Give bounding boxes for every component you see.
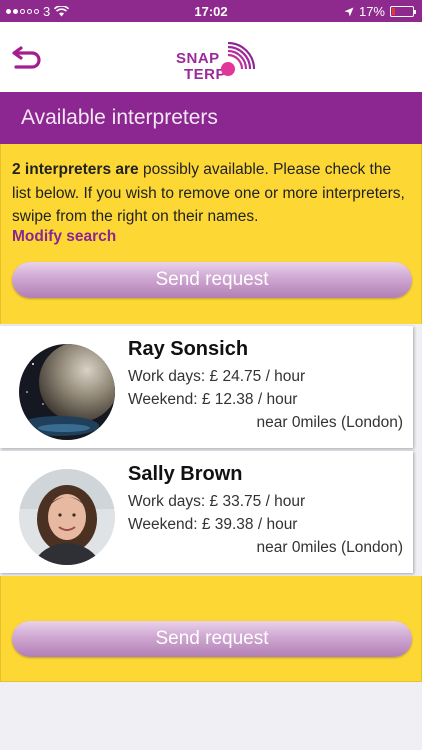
info-section: 2 interpreters are possibly available. P…: [0, 144, 422, 324]
interpreter-name: Sally Brown: [128, 463, 243, 485]
location-arrow-icon: [344, 7, 354, 16]
interpreter-count: 2 interpreters are: [12, 161, 139, 178]
battery-percent: 17%: [358, 4, 385, 19]
weekend-rate: Weekend: £ 12.38 / hour: [128, 391, 298, 408]
interpreter-distance: near 0miles (London): [256, 539, 403, 556]
status-bar: 3 17:02 17%: [0, 0, 422, 22]
nav-bar: SNAP TERP: [0, 22, 422, 92]
work-days-rate: Work days: £ 33.75 / hour: [128, 493, 306, 510]
interpreter-name: Ray Sonsich: [128, 338, 249, 360]
back-button[interactable]: [8, 44, 44, 74]
logo-waves-icon: [221, 42, 256, 76]
person-avatar-image: [19, 469, 115, 565]
battery-icon: [390, 6, 416, 17]
back-arrow-icon: [12, 46, 41, 69]
planet-avatar-image: [19, 344, 115, 440]
snapterp-logo: SNAP TERP: [170, 42, 256, 86]
interpreter-card[interactable]: Sally Brown Work days: £ 33.75 / hour We…: [0, 451, 413, 573]
work-days-rate: Work days: £ 24.75 / hour: [128, 368, 306, 385]
send-request-button[interactable]: Send request: [12, 262, 412, 298]
interpreter-distance: near 0miles (London): [256, 414, 403, 431]
send-request-button-bottom[interactable]: Send request: [12, 621, 412, 657]
modify-search-link[interactable]: Modify search: [12, 228, 116, 246]
page-title: Available interpreters: [21, 106, 218, 129]
status-right: 17%: [344, 4, 416, 19]
title-bar: Available interpreters: [0, 92, 422, 144]
bottom-section: Send request: [0, 576, 422, 682]
interpreter-card[interactable]: Ray Sonsich Work days: £ 24.75 / hour We…: [0, 326, 413, 448]
battery-level: [392, 8, 396, 15]
avatar: [19, 344, 115, 440]
weekend-rate: Weekend: £ 39.38 / hour: [128, 516, 298, 533]
avatar: [19, 469, 115, 565]
info-message: 2 interpreters are possibly available. P…: [12, 158, 412, 229]
